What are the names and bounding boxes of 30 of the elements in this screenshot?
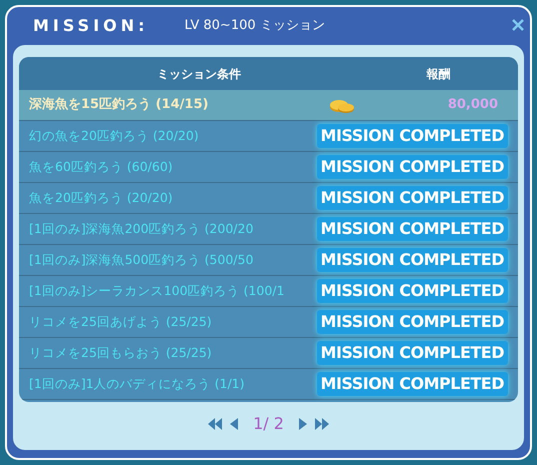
mission-completed-label: MISSION COMPLETED <box>316 279 508 303</box>
mission-condition: [1回のみ]深海魚200匹釣ろう (200/20 <box>29 220 254 238</box>
mission-completed-label: MISSION COMPLETED <box>316 341 508 365</box>
close-icon[interactable] <box>512 19 524 31</box>
mission-condition: 魚を20匹釣ろう (20/20) <box>29 188 174 207</box>
mission-condition: [1回のみ]1人のバディになろう (1/1) <box>29 374 246 393</box>
mission-completed-label: MISSION COMPLETED <box>316 124 508 148</box>
last-page-icon[interactable] <box>314 417 330 431</box>
mission-condition: 魚を60匹釣ろう (60/60) <box>29 158 174 176</box>
column-header: 報酬 <box>426 66 452 82</box>
column-header: ミッション条件 <box>156 66 242 82</box>
next-page-icon[interactable] <box>298 417 308 431</box>
window-title: MISSION: <box>33 15 149 37</box>
reward-amount: 80,000 <box>448 96 498 114</box>
previous-page-icon[interactable] <box>229 417 240 431</box>
mission-completed-label: MISSION COMPLETED <box>316 372 508 396</box>
mission-condition: [1回のみ]シーラカンス100匹釣ろう (100/1 <box>29 282 286 300</box>
mission-condition: リコメを25回もらおう (25/25) <box>29 344 213 362</box>
first-page-icon[interactable] <box>207 417 224 431</box>
mission-condition: 幻の魚を20匹釣ろう (20/20) <box>29 126 200 145</box>
mission-completed-label: MISSION COMPLETED <box>316 217 508 241</box>
mission-completed-label: MISSION COMPLETED <box>316 248 508 272</box>
mission-condition: [1回のみ]深海魚500匹釣ろう (500/50 <box>29 250 254 269</box>
page-indicator: 1/ 2 <box>252 413 285 435</box>
mission-completed-label: MISSION COMPLETED <box>316 310 508 334</box>
mission-condition: 深海魚を15匹釣ろう (14/15) <box>29 96 210 114</box>
window-subtitle: LV 80~100 ミッション <box>184 17 325 36</box>
mission-completed-label: MISSION COMPLETED <box>316 186 508 210</box>
mission-condition: リコメを25回あげよう (25/25) <box>29 312 213 331</box>
mission-completed-label: MISSION COMPLETED <box>316 155 508 179</box>
